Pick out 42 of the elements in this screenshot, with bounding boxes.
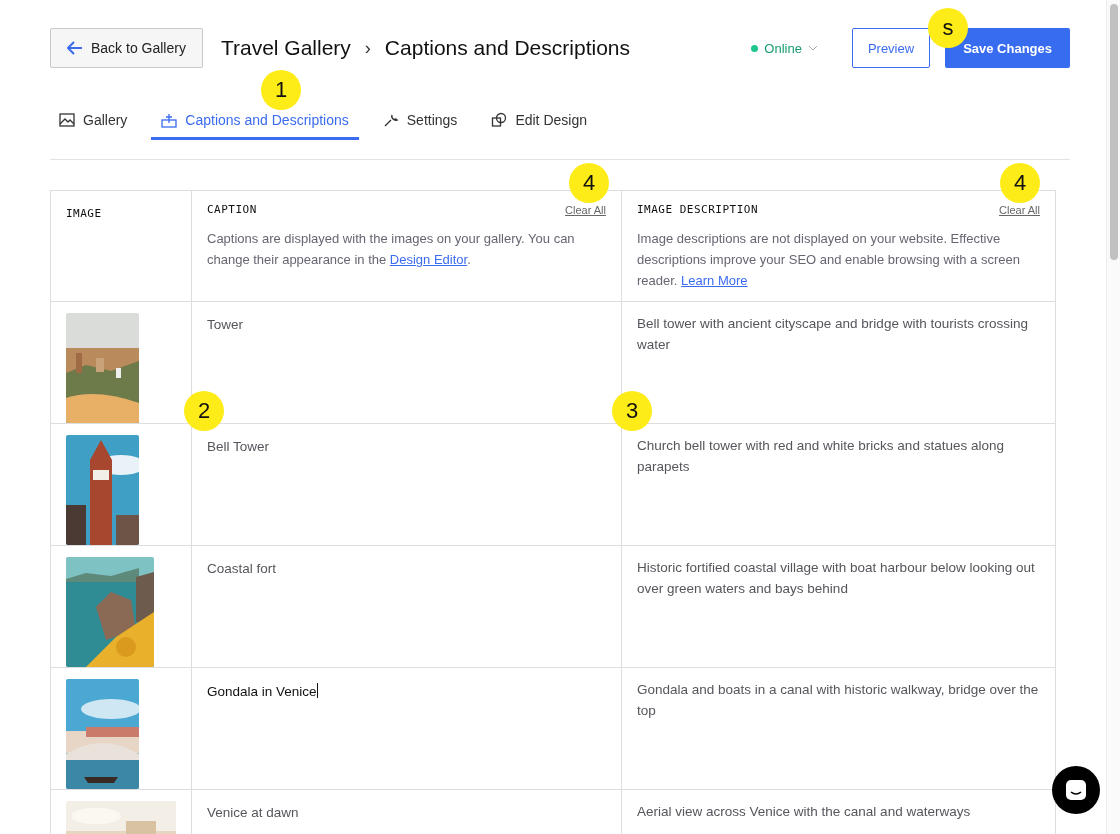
- tab[interactable]: Gallery: [50, 104, 138, 140]
- chevron-down-icon: [807, 45, 818, 51]
- description-field[interactable]: Historic fortified coastal village with boat harbour below looking out over green waters and bays behind: [637, 557, 1040, 599]
- preview-button[interactable]: Preview: [851, 28, 931, 68]
- callout-marker: 1: [261, 70, 301, 110]
- caption-field[interactable]: Coastal fort: [207, 561, 277, 576]
- caption-field[interactable]: Venice at dawn: [207, 805, 299, 820]
- caption-field[interactable]: Gondala in Venice: [207, 683, 318, 699]
- status-dropdown[interactable]: Online: [751, 40, 818, 56]
- chat-icon: [1065, 779, 1087, 801]
- breadcrumb-separator: ›: [364, 37, 371, 59]
- wrench-icon: [382, 112, 399, 128]
- help-link[interactable]: Design Editor: [389, 252, 468, 267]
- arrow-left-icon: [67, 41, 83, 55]
- callout-marker: 4: [569, 163, 609, 203]
- column-description: Image descriptions are not displayed on your website. Effective descriptions improve your SEO and enable browsing with a screen reader. Learn More: [637, 230, 1021, 290]
- description-field[interactable]: Aerial view across Venice with the canal and waterways: [637, 801, 1040, 822]
- column-header: IMAGE DESCRIPTION: [637, 203, 759, 216]
- help-link[interactable]: Learn More: [681, 273, 748, 288]
- tab[interactable]: Edit Design: [481, 104, 597, 140]
- column-header: CAPTION: [207, 203, 257, 216]
- description-field[interactable]: Gondala and boats in a canal with historic walkway, bridge over the top: [637, 679, 1040, 721]
- column-description: Captions are displayed with the images on your gallery. You can change their appearance in the Design Editor.: [207, 230, 576, 269]
- chat-button[interactable]: [1052, 766, 1100, 814]
- tray-icon: [161, 112, 178, 128]
- back-button[interactable]: Back to Gallery: [50, 28, 203, 68]
- description-field[interactable]: Church bell tower with red and white bricks and statues along parapets: [637, 435, 1040, 477]
- scrollbar-thumb[interactable]: [1110, 4, 1118, 260]
- image-icon: [59, 112, 75, 128]
- description-field[interactable]: Bell tower with ancient cityscape and bridge with tourists crossing water: [637, 313, 1040, 355]
- callout-marker: 4: [1000, 163, 1040, 203]
- callout-marker: 3: [612, 391, 652, 431]
- page-title: Captions and Descriptions: [384, 36, 630, 60]
- column-header: IMAGE: [66, 207, 102, 220]
- caption-field[interactable]: Bell Tower: [207, 439, 270, 454]
- clear-all-link[interactable]: Clear All: [999, 203, 1040, 216]
- shapes-icon: [491, 112, 508, 128]
- breadcrumb-link[interactable]: Travel Gallery: [220, 36, 351, 60]
- callout-marker: 2: [184, 391, 224, 431]
- caption-field[interactable]: Tower: [207, 317, 243, 332]
- tab[interactable]: Settings: [372, 104, 468, 140]
- clear-all-link[interactable]: Clear All: [565, 203, 606, 216]
